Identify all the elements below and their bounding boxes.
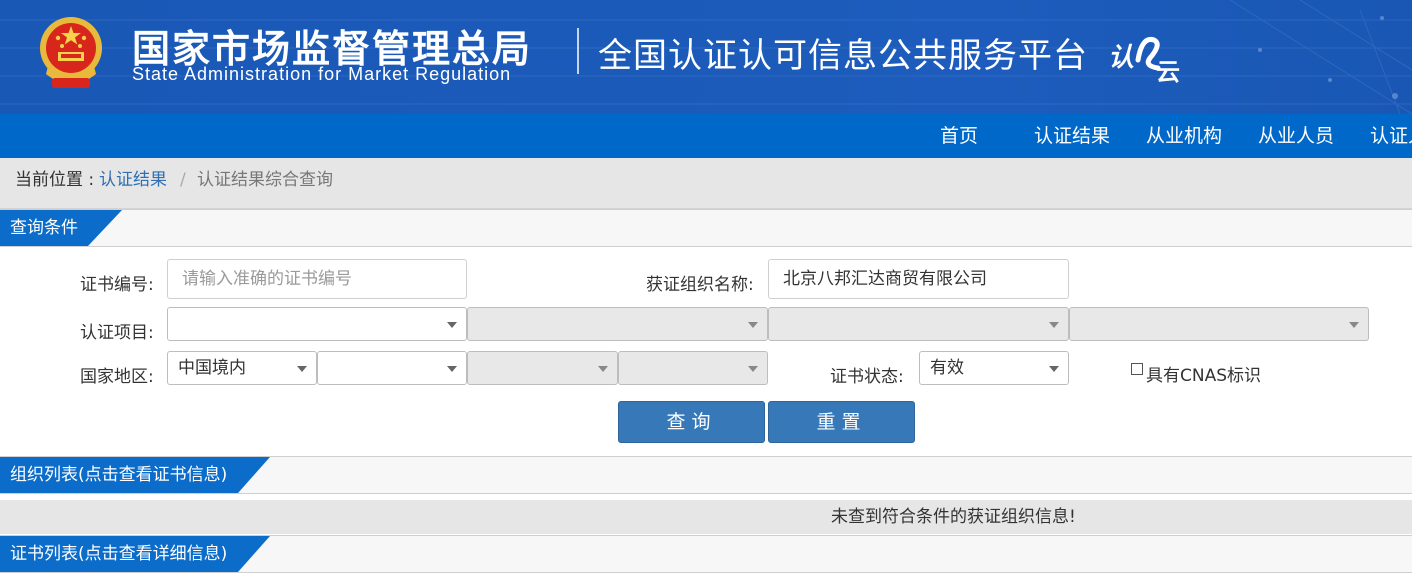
breadcrumb-current: 认证结果综合查询 [197, 170, 333, 190]
org-name-input[interactable]: 北京八邦汇达商贸有限公司 [768, 259, 1069, 299]
chevron-down-icon [598, 366, 608, 372]
select-value: 中国境内 [178, 358, 246, 378]
breadcrumb-prefix: 当前位置 : [15, 170, 95, 190]
svg-text:云: 云 [1156, 58, 1180, 84]
org-name-en: State Administration for Market Regulati… [132, 64, 512, 84]
nav-item-personnel[interactable]: 从业人员 [1258, 114, 1334, 158]
chevron-down-icon [447, 322, 457, 328]
select-value: 有效 [930, 358, 964, 378]
cert-project-select-3 [768, 307, 1069, 341]
national-emblem-icon [40, 17, 102, 88]
cert-list-section-header: 证书列表(点击查看详细信息) [0, 535, 1412, 573]
org-list-empty-message: 未查到符合条件的获证组织信息! [831, 507, 1076, 527]
org-name-label: 获证组织名称: [646, 275, 754, 295]
site-header: 国家市场监督管理总局 State Administration for Mark… [0, 0, 1412, 114]
chevron-down-icon [748, 322, 758, 328]
org-list-title: 组织列表(点击查看证书信息) [0, 457, 270, 493]
query-button[interactable]: 查询 [618, 401, 765, 443]
header-divider [577, 28, 579, 74]
nav-item-institutions[interactable]: 从业机构 [1146, 114, 1222, 158]
query-section-header: 查询条件 [0, 209, 1412, 247]
breadcrumb-separator: / [180, 170, 186, 190]
cert-status-label: 证书状态: [830, 367, 904, 387]
chevron-down-icon [748, 366, 758, 372]
region-select-city [467, 351, 618, 385]
main-nav: 首页 认证结果 从业机构 从业人员 认证人 [0, 114, 1412, 158]
region-select-district [618, 351, 768, 385]
cert-cloud-logo: 认 云 [1108, 36, 1180, 84]
chevron-down-icon [1049, 322, 1059, 328]
region-select-country[interactable]: 中国境内 [167, 351, 317, 385]
svg-text:认: 认 [1108, 43, 1134, 73]
org-list-empty-row: 未查到符合条件的获证组织信息! [0, 500, 1412, 534]
cert-list-title: 证书列表(点击查看详细信息) [0, 536, 270, 572]
chevron-down-icon [447, 366, 457, 372]
cert-project-select-4 [1069, 307, 1369, 341]
cert-project-select-1[interactable] [167, 307, 467, 341]
cert-number-input[interactable]: 请输入准确的证书编号 [167, 259, 467, 299]
cnas-checkbox-label[interactable]: 具有CNAS标识 [1146, 361, 1261, 386]
query-section-title: 查询条件 [0, 210, 122, 246]
nav-item-home[interactable]: 首页 [940, 114, 978, 158]
chevron-down-icon [1049, 366, 1059, 372]
nav-item-certifier[interactable]: 认证人 [1370, 114, 1412, 158]
region-label: 国家地区: [80, 367, 154, 387]
cert-project-select-2 [467, 307, 768, 341]
chevron-down-icon [297, 366, 307, 372]
breadcrumb: 当前位置 : 认证结果 / 认证结果综合查询 [0, 158, 1412, 209]
nav-item-cert-results[interactable]: 认证结果 [1034, 114, 1110, 158]
reset-button[interactable]: 重置 [768, 401, 915, 443]
region-select-province[interactable] [317, 351, 467, 385]
cert-status-select[interactable]: 有效 [919, 351, 1069, 385]
chevron-down-icon [1349, 322, 1359, 328]
cert-project-label: 认证项目: [80, 323, 154, 343]
platform-title: 全国认证认可信息公共服务平台 [598, 36, 1088, 76]
breadcrumb-link-cert-results[interactable]: 认证结果 [99, 158, 167, 202]
org-list-section-header: 组织列表(点击查看证书信息) [0, 456, 1412, 494]
cert-number-label: 证书编号: [80, 275, 154, 295]
cnas-checkbox[interactable] [1131, 363, 1143, 375]
